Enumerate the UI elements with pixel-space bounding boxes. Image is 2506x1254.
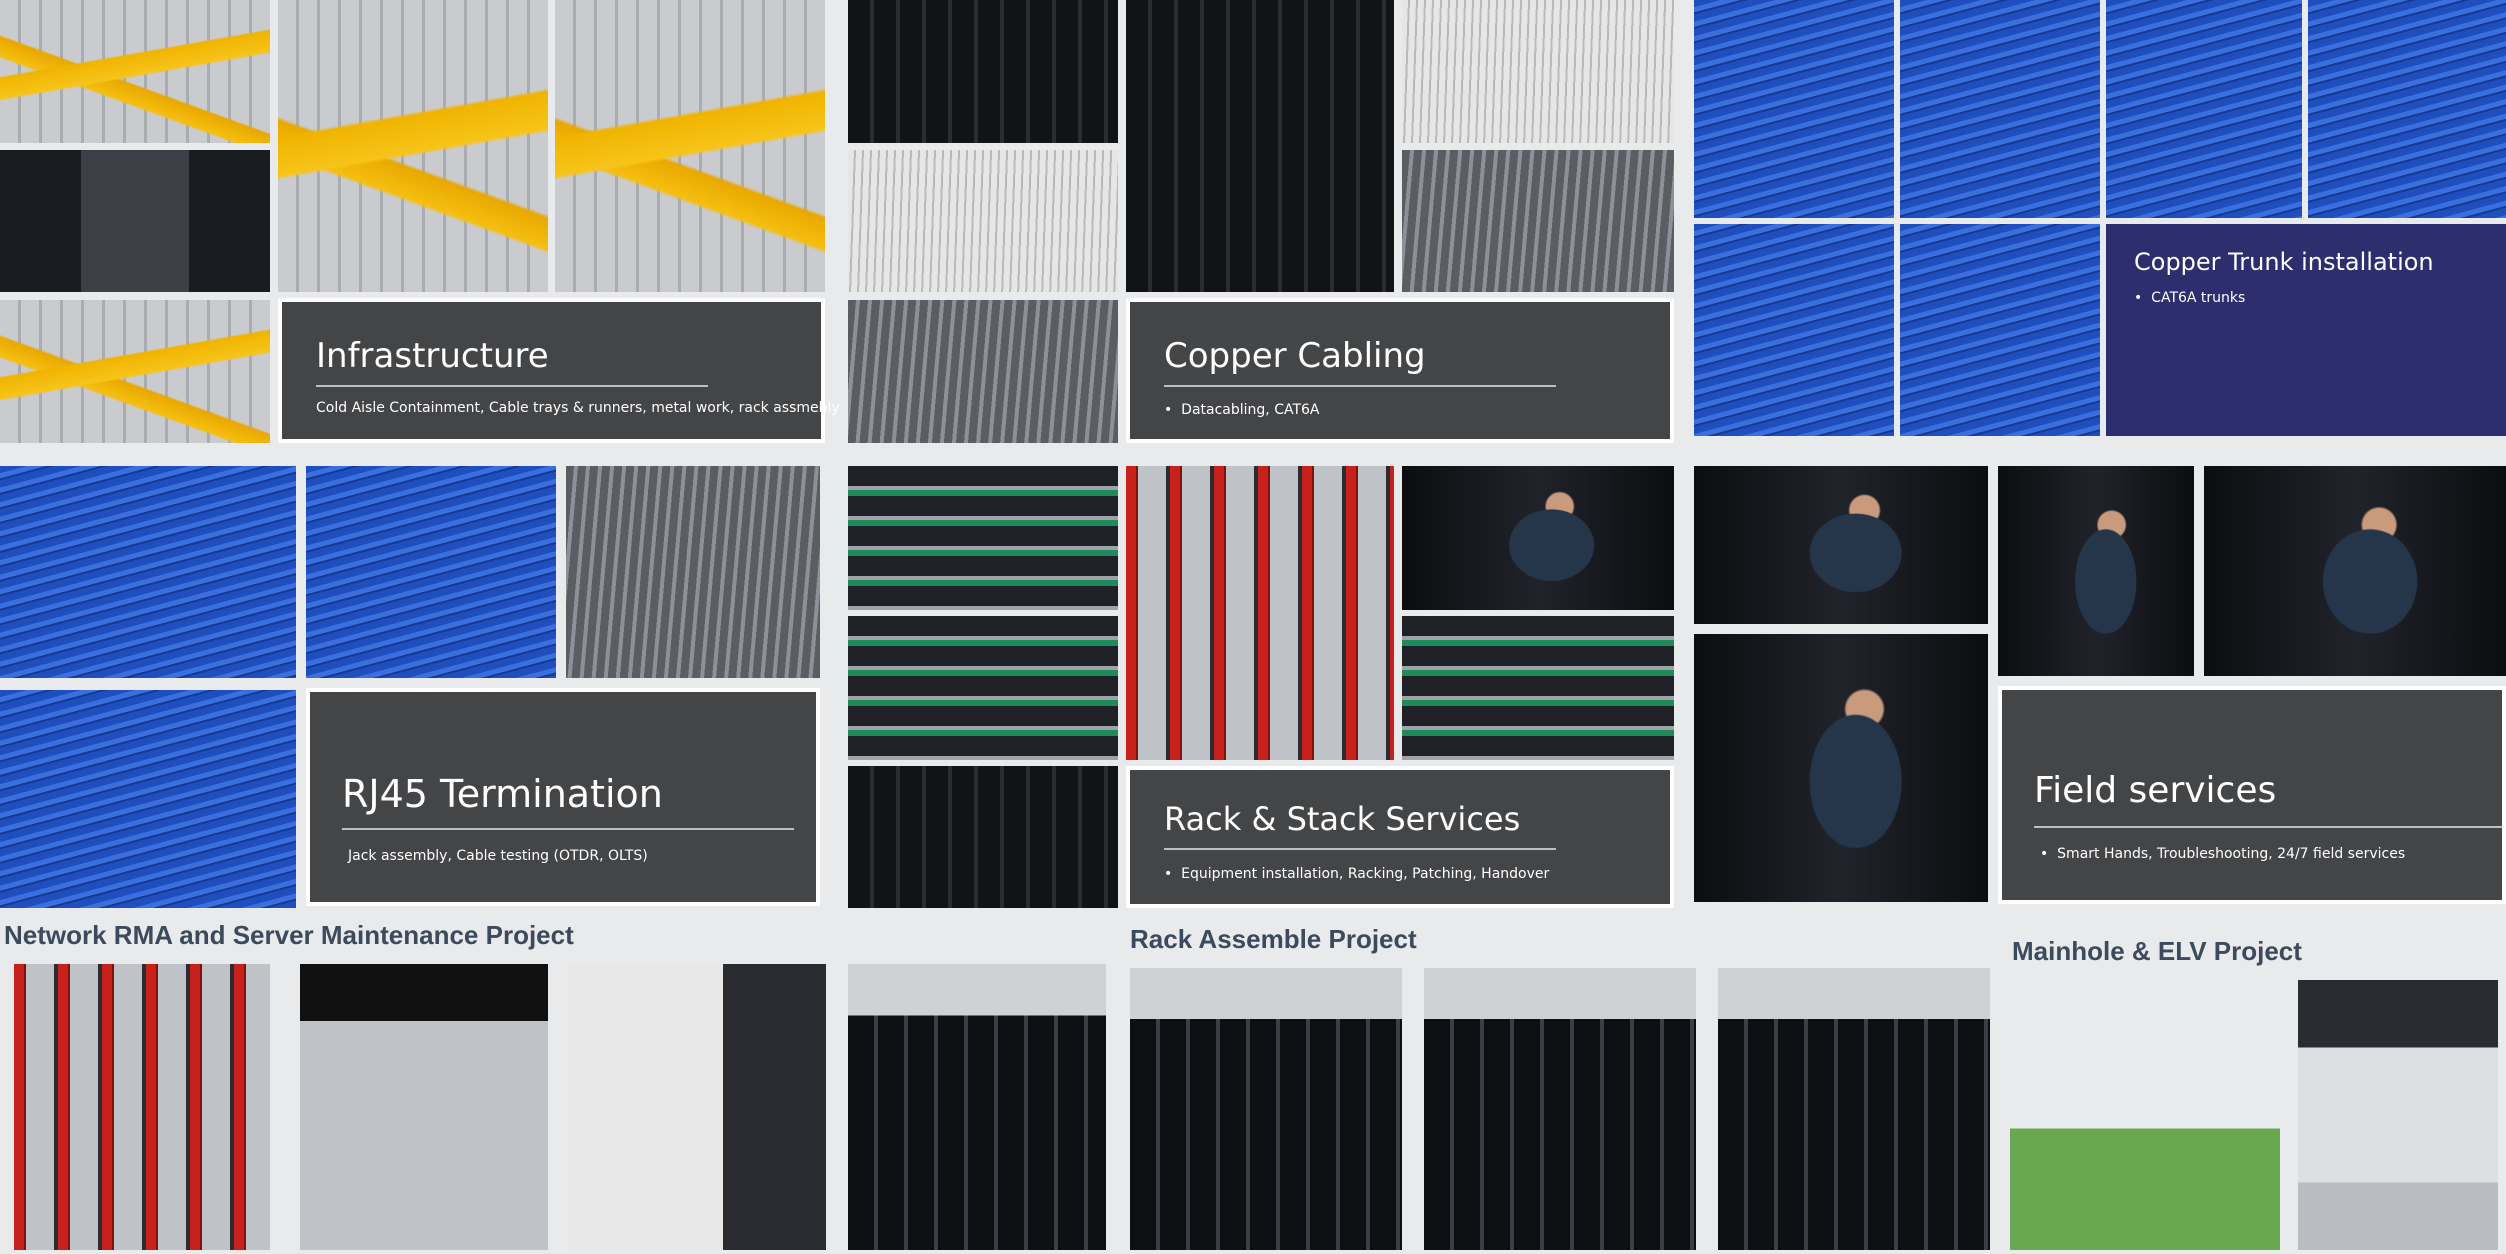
panel-infrastructure: Infrastructure Cold Aisle Containment, C… <box>278 298 840 443</box>
photo-rma-server-open <box>300 964 548 1250</box>
panel-title: Copper Cabling <box>1164 336 1426 376</box>
panel-title: RJ45 Termination <box>342 772 663 816</box>
photo-rj45-rack <box>306 466 556 678</box>
photo-server-rack <box>848 766 1118 908</box>
bullet-icon: • <box>2134 290 2143 306</box>
photo-elv-corridor <box>2298 980 2498 1250</box>
photo-rack-row-2 <box>1424 968 1696 1250</box>
photo-green-patching <box>848 466 1118 610</box>
photo-grey-cable-loop <box>848 300 1118 443</box>
panel-rj45-termination: RJ45 Termination Jack assembly, Cable te… <box>306 688 820 906</box>
photo-trunk-tray-2 <box>1900 0 2100 218</box>
panel-title: Infrastructure <box>316 336 549 376</box>
panel-copper-trunk: Copper Trunk installation • CAT6A trunks <box>2106 224 2506 436</box>
divider <box>342 828 794 830</box>
photo-trunk-bend-1 <box>1694 224 1894 436</box>
panel-bullet: • Smart Hands, Troubleshooting, 24/7 fie… <box>2040 846 2405 862</box>
photo-technician-rack <box>1402 466 1674 610</box>
photo-trunk-tray-4 <box>2308 0 2506 218</box>
panel-title: Rack & Stack Services <box>1164 800 1521 838</box>
divider <box>1164 848 1556 850</box>
panel-rack-stack: Rack & Stack Services • Equipment instal… <box>1126 766 1674 908</box>
photo-rj45-patch-2 <box>0 690 296 908</box>
photo-cable-tray-ceiling-2 <box>0 300 270 443</box>
bullet-text: Datacabling, CAT6A <box>1181 402 1320 418</box>
photo-trunk-tray-3 <box>2106 0 2302 218</box>
panel-title: Copper Trunk installation <box>2134 248 2434 276</box>
photo-green-switch <box>1402 616 1674 760</box>
photo-rack-row-1 <box>1130 968 1402 1250</box>
photo-rma-technician-laptop <box>568 964 826 1250</box>
bullet-icon: • <box>1164 866 1173 882</box>
divider <box>316 385 708 387</box>
photo-cable-coil <box>1402 0 1674 143</box>
bullet-text: Equipment installation, Racking, Patchin… <box>1181 866 1550 882</box>
project-title-rma: Network RMA and Server Maintenance Proje… <box>4 920 574 950</box>
photo-server-ports <box>848 616 1118 760</box>
panel-bullet: • Datacabling, CAT6A <box>1164 402 1320 418</box>
bullet-text: CAT6A trunks <box>2151 290 2246 306</box>
photo-rack-row-3 <box>1718 968 1990 1250</box>
photo-trunk-tray-1 <box>1694 0 1894 218</box>
bullet-icon: • <box>1164 402 1173 418</box>
panel-field-services: Field services • Smart Hands, Troublesho… <box>1998 686 2506 904</box>
photo-tech-kneeling <box>1694 634 1988 902</box>
photo-white-cable-bundle <box>848 150 1118 292</box>
bullet-icon: • <box>2040 846 2049 862</box>
photo-laptop-typing <box>2204 466 2506 676</box>
photo-cable-manager <box>1126 0 1394 292</box>
divider <box>2034 826 2502 828</box>
photo-red-cable-rack <box>1126 466 1394 760</box>
photo-yellow-runners <box>278 0 548 292</box>
divider <box>1164 385 1556 387</box>
photo-rma-floor-work <box>14 964 270 1250</box>
photo-rj45-patch-1 <box>0 466 296 678</box>
photo-cold-aisle <box>0 150 270 292</box>
photo-yellow-trays <box>555 0 825 292</box>
photo-rma-aisle-cart <box>848 964 1106 1250</box>
panel-subtitle: Cold Aisle Containment, Cable trays & ru… <box>316 400 840 416</box>
panel-title: Field services <box>2034 770 2277 811</box>
photo-elv-ladder-room <box>2010 980 2280 1250</box>
photo-grey-trunks <box>1402 150 1674 292</box>
photo-field-tech-masked <box>1998 466 2194 676</box>
bullet-text: Smart Hands, Troubleshooting, 24/7 field… <box>2057 846 2406 862</box>
panel-bullet: • Equipment installation, Racking, Patch… <box>1164 866 1549 882</box>
project-title-rack-assemble: Rack Assemble Project <box>1130 924 1417 954</box>
panel-copper-cabling: Copper Cabling • Datacabling, CAT6A <box>1126 298 1674 443</box>
photo-hand-on-device <box>1694 466 1988 624</box>
panel-subtitle: Jack assembly, Cable testing (OTDR, OLTS… <box>348 848 648 864</box>
photo-white-cable-rack <box>848 0 1118 143</box>
project-title-manhole-elv: Mainhole & ELV Project <box>2012 936 2302 966</box>
photo-rj45-grey <box>566 466 820 678</box>
photo-trunk-bend-2 <box>1900 224 2100 436</box>
photo-cable-tray-ceiling-1 <box>0 0 270 143</box>
panel-bullet: • CAT6A trunks <box>2134 290 2245 306</box>
